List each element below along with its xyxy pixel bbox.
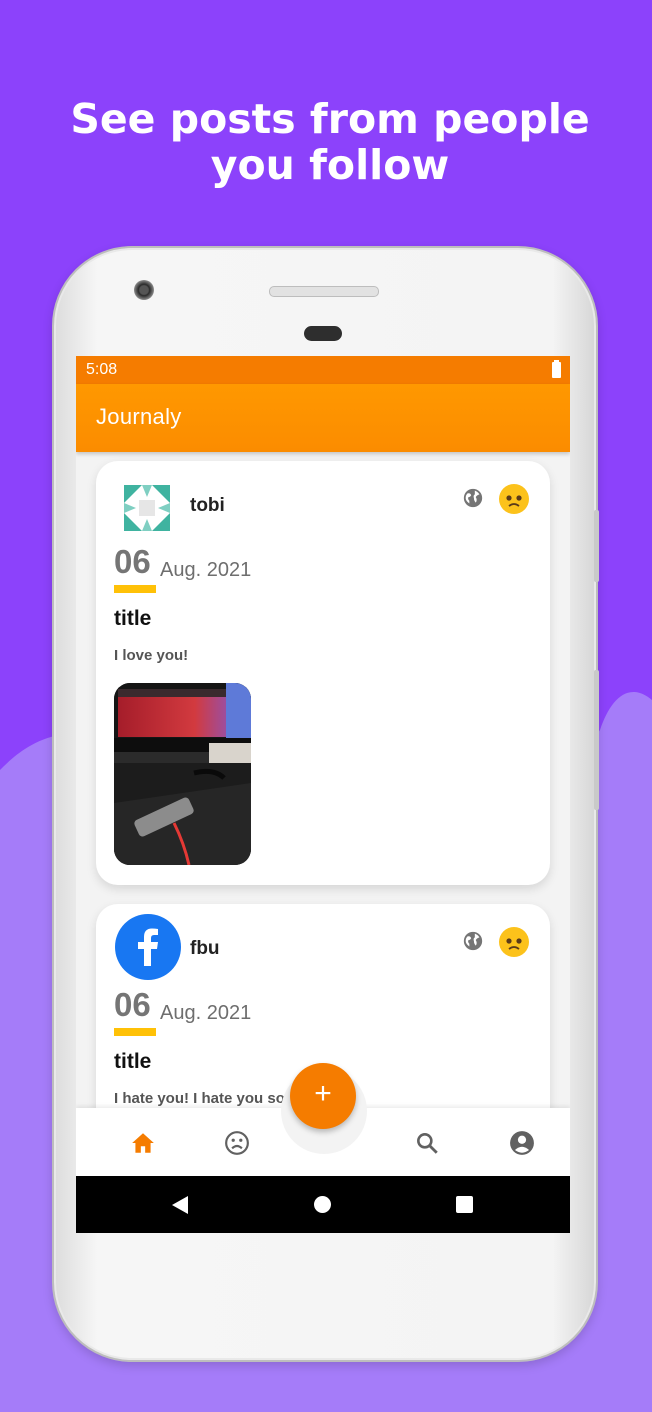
post-card[interactable]: tobi 06 Aug. 2021 title I love you! (96, 461, 550, 885)
date-underline (114, 585, 156, 593)
date-underline (114, 1028, 156, 1036)
post-day: 06 (114, 986, 151, 1023)
status-time: 5:08 (86, 361, 118, 378)
add-post-button[interactable]: + (290, 1063, 356, 1129)
facebook-avatar[interactable] (115, 914, 181, 980)
home-circle-icon[interactable] (314, 1196, 331, 1213)
recent-apps-icon[interactable] (456, 1196, 473, 1213)
sad-face-icon[interactable] (224, 1130, 250, 1156)
post-title: title (114, 607, 152, 630)
globe-icon (463, 488, 483, 508)
status-bar: 5:08 (76, 356, 570, 384)
headline-line-1: See posts from people (70, 95, 590, 143)
phone-power-button (594, 510, 599, 582)
account-icon[interactable] (509, 1130, 535, 1156)
post-body: I hate you! I hate you so (114, 1090, 285, 1107)
post-month-year: Aug. 2021 (160, 1002, 252, 1024)
post-body: I love you! (114, 647, 189, 664)
post-day: 06 (114, 543, 151, 580)
post-username[interactable]: tobi (190, 495, 225, 517)
battery-icon (552, 360, 561, 378)
phone-volume-button (594, 670, 599, 810)
identicon-avatar[interactable] (114, 475, 180, 541)
headline-line-2: you follow (210, 141, 450, 189)
system-navigation-bar (76, 1176, 570, 1233)
post-username[interactable]: fbu (190, 938, 220, 960)
app-bar: Journaly (76, 384, 570, 452)
earpiece-speaker (269, 286, 379, 297)
search-icon[interactable] (414, 1130, 440, 1156)
post-photo[interactable] (114, 683, 251, 865)
post-month-year: Aug. 2021 (160, 559, 252, 581)
proximity-sensor (304, 326, 342, 341)
phone-screen: 5:08 Journaly tobi 06 Aug. 2021 title I … (76, 356, 570, 1233)
post-title: title (114, 1050, 152, 1073)
globe-icon (463, 931, 483, 951)
headline: See posts from people you follow (60, 96, 600, 188)
back-icon[interactable] (171, 1195, 189, 1215)
front-camera (134, 280, 154, 300)
sad-face-emoji-icon (499, 484, 529, 514)
home-icon[interactable] (130, 1130, 156, 1156)
sad-face-emoji-icon (499, 927, 529, 957)
app-title: Journaly (96, 404, 182, 429)
